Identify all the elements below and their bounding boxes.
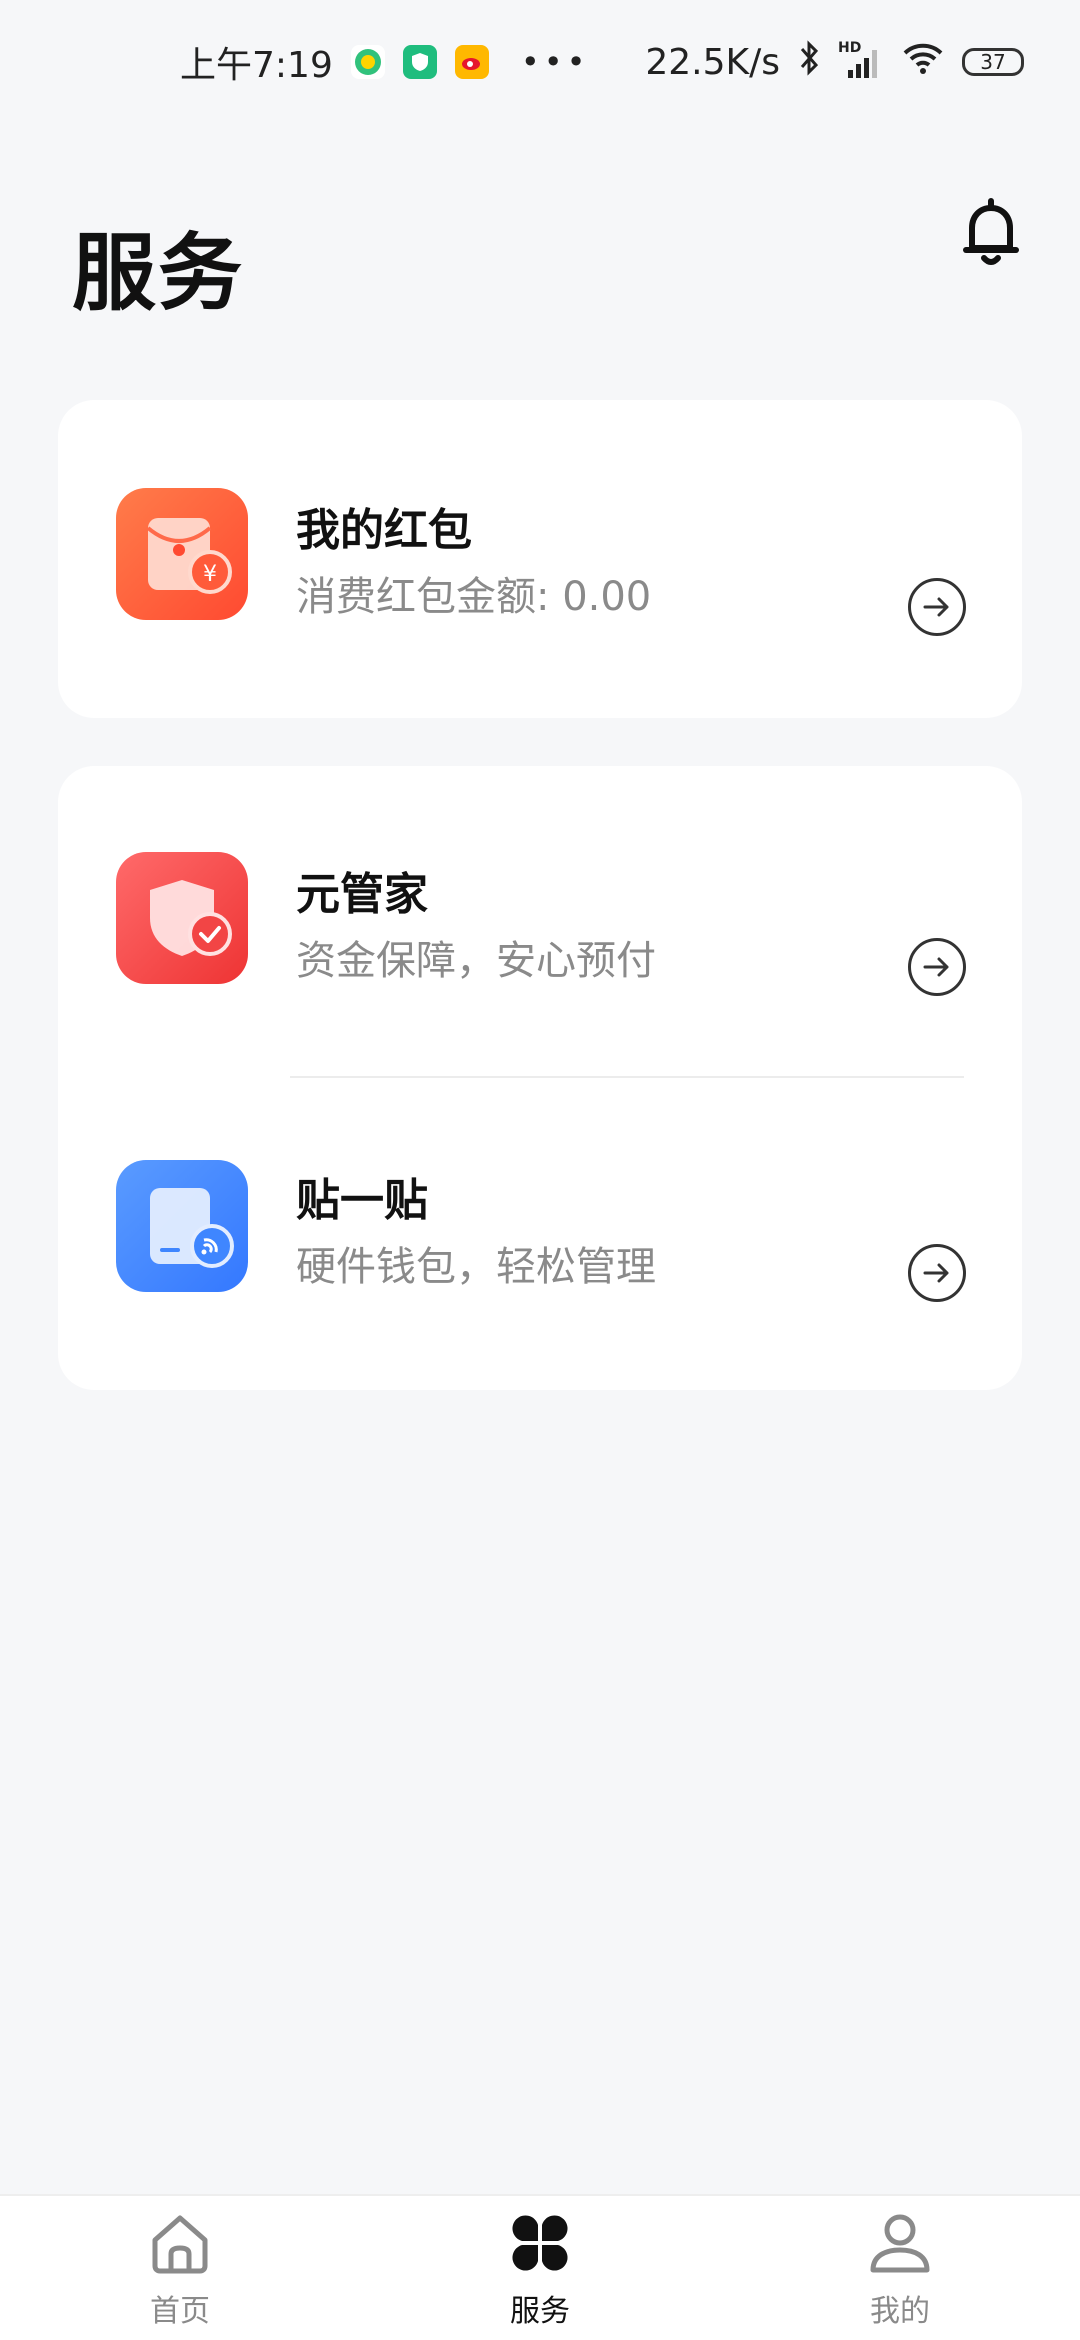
nav-home[interactable]: 首页 [60, 2196, 300, 2340]
services-card: 元管家 资金保障，安心预付 贴一贴 硬件钱包，轻松管理 [58, 766, 1022, 1390]
services-grid-icon [507, 2210, 573, 2280]
page-title: 服务 [72, 224, 245, 322]
arrow-right-icon[interactable] [908, 1244, 966, 1302]
nav-mine[interactable]: 我的 [780, 2196, 1020, 2340]
service-subtitle: 资金保障，安心预付 [296, 938, 656, 984]
service-row-tie-yi-tie[interactable]: 贴一贴 硬件钱包，轻松管理 [58, 1122, 1022, 1342]
arrow-right-icon[interactable] [908, 938, 966, 996]
bluetooth-icon [798, 39, 820, 85]
red-envelope-icon: ¥ [116, 488, 248, 620]
screen: 上午7:19 ••• 22.5K/s HD 37 服务 ¥ 我的红包 消费红包金… [0, 0, 1080, 2340]
nav-label: 我的 [870, 2294, 930, 2329]
shield-app-icon [402, 45, 437, 79]
bell-icon[interactable] [958, 198, 1024, 268]
status-time: 上午7:19 [180, 45, 333, 86]
red-envelope-card: ¥ 我的红包 消费红包金额: 0.00 [58, 400, 1022, 718]
weibo-icon [454, 45, 489, 79]
nav-label: 服务 [510, 2294, 570, 2329]
signal-icon: HD [838, 40, 884, 80]
status-bar: 上午7:19 ••• 22.5K/s HD 37 [0, 0, 1080, 124]
arrow-right-icon[interactable] [908, 578, 966, 636]
network-speed: 22.5K/s [645, 41, 780, 83]
bottom-nav: 首页 服务 我的 [0, 2194, 1080, 2340]
service-row-red-envelope[interactable]: ¥ 我的红包 消费红包金额: 0.00 [58, 448, 1022, 668]
service-title: 元管家 [296, 869, 428, 920]
nav-services[interactable]: 服务 [420, 2196, 660, 2340]
nav-label: 首页 [150, 2294, 210, 2329]
qq-music-icon [350, 45, 385, 79]
home-icon [147, 2210, 213, 2280]
nfc-card-icon [116, 1160, 248, 1292]
user-icon [867, 2210, 933, 2280]
shield-check-icon [116, 852, 248, 984]
svg-text:¥: ¥ [203, 562, 217, 587]
wifi-icon [902, 41, 944, 84]
service-title: 贴一贴 [296, 1175, 428, 1226]
battery-icon: 37 [962, 48, 1024, 76]
service-row-yuan-guanjia[interactable]: 元管家 资金保障，安心预付 [58, 814, 1022, 1034]
more-dots-icon: ••• [520, 43, 590, 81]
service-subtitle: 消费红包金额: 0.00 [296, 574, 652, 620]
service-title: 我的红包 [296, 505, 472, 556]
divider [290, 1076, 964, 1078]
service-subtitle: 硬件钱包，轻松管理 [296, 1244, 656, 1290]
